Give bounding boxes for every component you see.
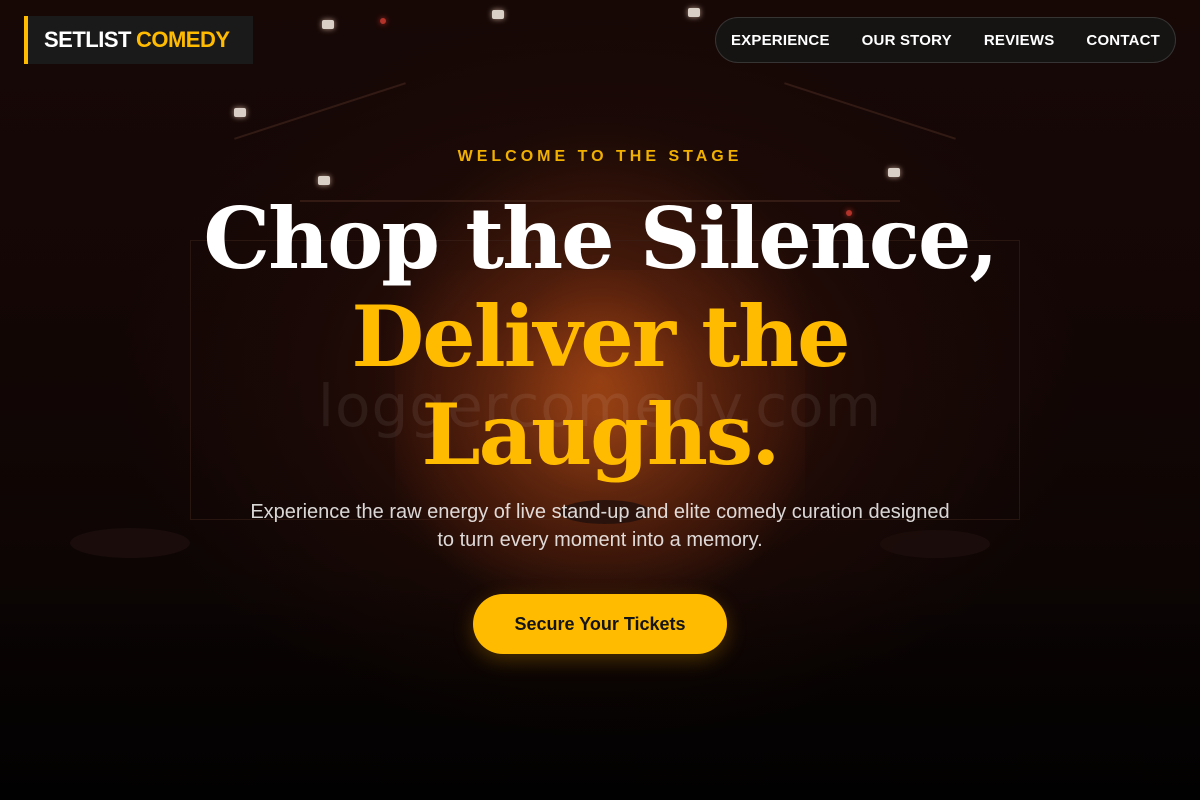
hero-content: WELCOME TO THE STAGE Chop the Silence, D… <box>0 0 1200 800</box>
hero-eyebrow: WELCOME TO THE STAGE <box>457 148 743 165</box>
hero-section: loggercomedy.com SETLIST COMEDY EXPERIEN… <box>0 0 1200 800</box>
headline-line-3: Laughs. <box>421 385 781 484</box>
hero-subtitle: Experience the raw energy of live stand-… <box>250 501 950 551</box>
headline-line-2: Deliver the <box>351 287 850 386</box>
hero-headline: Chop the Silence, Deliver the Laughs. <box>0 190 1200 484</box>
secure-tickets-button[interactable]: Secure Your Tickets <box>473 594 727 654</box>
headline-line-1: Chop the Silence, <box>203 189 998 288</box>
